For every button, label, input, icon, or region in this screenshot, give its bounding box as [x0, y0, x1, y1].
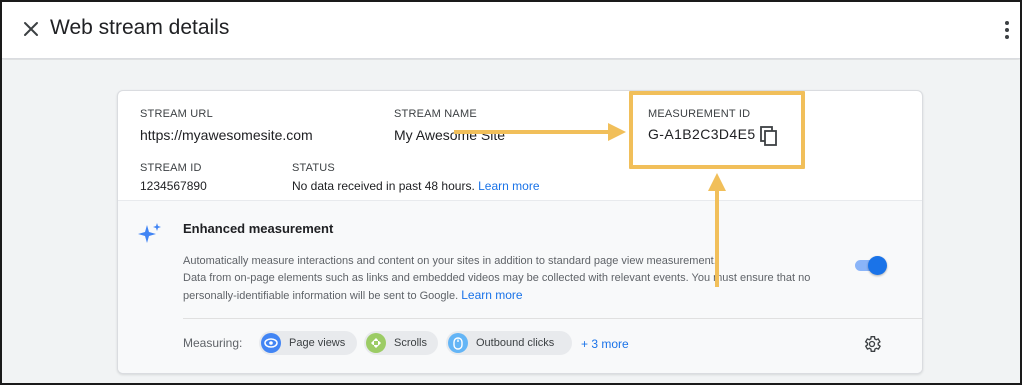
- gear-icon[interactable]: [862, 334, 882, 354]
- enhanced-measurement-toggle[interactable]: [853, 255, 887, 275]
- enhanced-learn-more-link[interactable]: Learn more: [461, 288, 522, 302]
- measurement-id-value[interactable]: G-A1B2C3D4E5: [648, 126, 756, 142]
- app-bar: Web stream details: [2, 2, 1020, 59]
- scroll-icon: [366, 333, 386, 353]
- page-title: Web stream details: [50, 16, 230, 39]
- enhanced-measurement-description: Automatically measure interactions and c…: [183, 253, 843, 305]
- description-line-1: Automatically measure interactions and c…: [183, 255, 717, 267]
- content-area: STREAM URL https://myawesomesite.com STR…: [2, 60, 1020, 383]
- description-line-3: personally-identifiable information will…: [183, 287, 843, 305]
- status-learn-more-link[interactable]: Learn more: [478, 179, 539, 193]
- enhanced-measurement-title: Enhanced measurement: [183, 221, 334, 236]
- status-label: STATUS: [292, 162, 335, 174]
- stream-id-label: STREAM ID: [140, 162, 202, 174]
- chip-label: Outbound clicks: [476, 337, 555, 349]
- enhanced-measurement-section: Enhanced measurement Automatically measu…: [118, 200, 922, 373]
- stream-url-value: https://myawesomesite.com: [140, 127, 313, 143]
- mouse-icon: [448, 333, 468, 353]
- divider: [183, 318, 922, 319]
- status-text: No data received in past 48 hours.: [292, 179, 475, 193]
- status-value: No data received in past 48 hours. Learn…: [292, 179, 540, 193]
- stream-details-card: STREAM URL https://myawesomesite.com STR…: [117, 90, 923, 374]
- window-frame: Web stream details STREAM URL https://my…: [0, 0, 1022, 385]
- copy-icon[interactable]: [759, 125, 779, 147]
- close-icon[interactable]: [20, 18, 42, 40]
- sparkle-icon: [138, 223, 161, 243]
- more-vert-icon[interactable]: [1002, 20, 1012, 40]
- measuring-label: Measuring:: [183, 336, 243, 350]
- measurement-id-label: MEASUREMENT ID: [648, 108, 751, 120]
- stream-id-value: 1234567890: [140, 179, 207, 193]
- chip-outbound-clicks[interactable]: Outbound clicks: [446, 331, 572, 355]
- chip-scrolls[interactable]: Scrolls: [364, 331, 438, 355]
- toggle-knob: [868, 256, 887, 275]
- eye-icon: [261, 333, 281, 353]
- chip-label: Page views: [289, 337, 346, 349]
- stream-name-label: STREAM NAME: [394, 108, 477, 120]
- chip-page-views[interactable]: Page views: [259, 331, 357, 355]
- description-line-2: Data from on-page elements such as links…: [183, 272, 811, 284]
- description-line-3-text: personally-identifiable information will…: [183, 290, 459, 302]
- stream-name-value: My Awesome Site: [394, 127, 506, 143]
- stream-url-label: STREAM URL: [140, 108, 213, 120]
- more-measurements-link[interactable]: + 3 more: [581, 337, 629, 351]
- chip-label: Scrolls: [394, 337, 428, 349]
